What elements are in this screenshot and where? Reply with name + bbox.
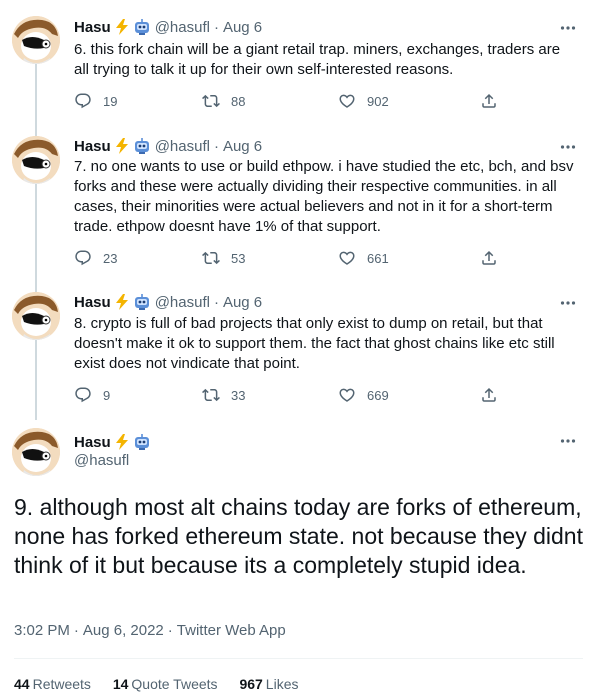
thread-line [35, 64, 37, 136]
lightning-emoji-icon [113, 433, 131, 451]
tweet-header: Hasu @hasufl · Aug 6 [74, 17, 262, 37]
avatar[interactable] [12, 292, 60, 340]
display-name[interactable]: Hasu [74, 138, 111, 155]
more-icon[interactable] [559, 19, 577, 37]
robot-emoji-icon [133, 293, 151, 311]
tweet-header: Hasu @hasufl · Aug 6 [74, 136, 262, 156]
reply-button[interactable]: 23 [74, 249, 117, 267]
robot-emoji-icon [133, 18, 151, 36]
tweet-date[interactable]: Aug 6, 2022 [83, 622, 164, 639]
like-icon [339, 388, 355, 402]
like-button[interactable]: 902 [338, 92, 389, 110]
like-icon [339, 94, 355, 108]
share-button[interactable] [480, 92, 509, 110]
retweets-stat[interactable]: 44 Retweets [14, 676, 91, 692]
tweet-actions: 9 33 669 [74, 386, 504, 406]
thread-line [35, 184, 37, 292]
share-icon [482, 387, 496, 402]
avatar[interactable] [12, 136, 60, 184]
more-icon[interactable] [559, 432, 577, 450]
more-icon[interactable] [559, 294, 577, 312]
retweet-count: 88 [231, 93, 246, 109]
timestamp[interactable]: Aug 6 [223, 19, 262, 36]
quote-tweets-stat[interactable]: 14 Quote Tweets [113, 676, 218, 692]
retweet-button[interactable]: 88 [202, 92, 245, 110]
lightning-emoji-icon [113, 137, 131, 155]
reply-icon [75, 93, 91, 109]
tweet-text: 8. crypto is full of bad projects that o… [74, 315, 555, 372]
divider [14, 658, 583, 659]
separator: · [213, 18, 219, 36]
display-name[interactable]: Hasu [74, 434, 111, 451]
like-button[interactable]: 669 [338, 386, 389, 404]
separator: · [213, 137, 219, 155]
retweet-icon [202, 94, 220, 108]
reply-count: 19 [103, 93, 118, 109]
timestamp[interactable]: Aug 6 [223, 138, 262, 155]
lightning-emoji-icon [113, 18, 131, 36]
focal-display-name[interactable]: Hasu [74, 433, 151, 451]
share-button[interactable] [480, 386, 509, 404]
separator: · [167, 622, 173, 639]
tweet-text: 7. no one wants to use or build ethpow. … [74, 158, 574, 235]
more-icon[interactable] [559, 138, 577, 156]
retweet-button[interactable]: 53 [202, 249, 245, 267]
like-icon [339, 251, 355, 265]
reply-count: 9 [103, 387, 111, 403]
reply-button[interactable]: 19 [74, 92, 117, 110]
reply-button[interactable]: 9 [74, 386, 110, 404]
reply-count: 23 [103, 250, 118, 266]
reply-icon [75, 387, 91, 403]
handle[interactable]: @hasufl [155, 19, 210, 36]
focal-handle[interactable]: @hasufl [74, 452, 129, 469]
display-name[interactable]: Hasu [74, 294, 111, 311]
tweet-actions: 19 88 902 [74, 92, 504, 112]
retweet-button[interactable]: 33 [202, 386, 245, 404]
like-count: 661 [367, 250, 389, 266]
tweet-time[interactable]: 3:02 PM [14, 622, 70, 639]
tweet-actions: 23 53 661 [74, 249, 504, 269]
thread-line [35, 340, 37, 420]
lightning-emoji-icon [113, 293, 131, 311]
tweet-meta: 3:02 PM · Aug 6, 2022 · Twitter Web App [14, 622, 286, 639]
avatar[interactable] [12, 428, 60, 476]
share-icon [482, 250, 496, 265]
like-count: 902 [367, 93, 389, 109]
robot-emoji-icon [133, 433, 151, 451]
separator: · [213, 293, 219, 311]
handle[interactable]: @hasufl [155, 138, 210, 155]
separator: · [73, 622, 79, 639]
share-icon [482, 93, 496, 108]
likes-stat[interactable]: 967 Likes [239, 676, 298, 692]
focal-tweet-text: 9. although most alt chains today are fo… [14, 494, 583, 578]
share-button[interactable] [480, 249, 509, 267]
retweet-icon [202, 388, 220, 402]
retweet-icon [202, 251, 220, 265]
retweet-count: 33 [231, 387, 246, 403]
retweet-count: 53 [231, 250, 246, 266]
like-button[interactable]: 661 [338, 249, 389, 267]
tweet-header: Hasu @hasufl · Aug 6 [74, 292, 262, 312]
tweet-text: 6. this fork chain will be a giant retai… [74, 41, 561, 78]
robot-emoji-icon [133, 137, 151, 155]
reply-icon [75, 250, 91, 266]
handle[interactable]: @hasufl [155, 294, 210, 311]
like-count: 669 [367, 387, 389, 403]
avatar[interactable] [12, 16, 60, 64]
tweet-source[interactable]: Twitter Web App [177, 622, 286, 639]
display-name[interactable]: Hasu [74, 19, 111, 36]
engagement-stats: 44 Retweets 14 Quote Tweets 967 Likes [14, 676, 316, 692]
timestamp[interactable]: Aug 6 [223, 294, 262, 311]
